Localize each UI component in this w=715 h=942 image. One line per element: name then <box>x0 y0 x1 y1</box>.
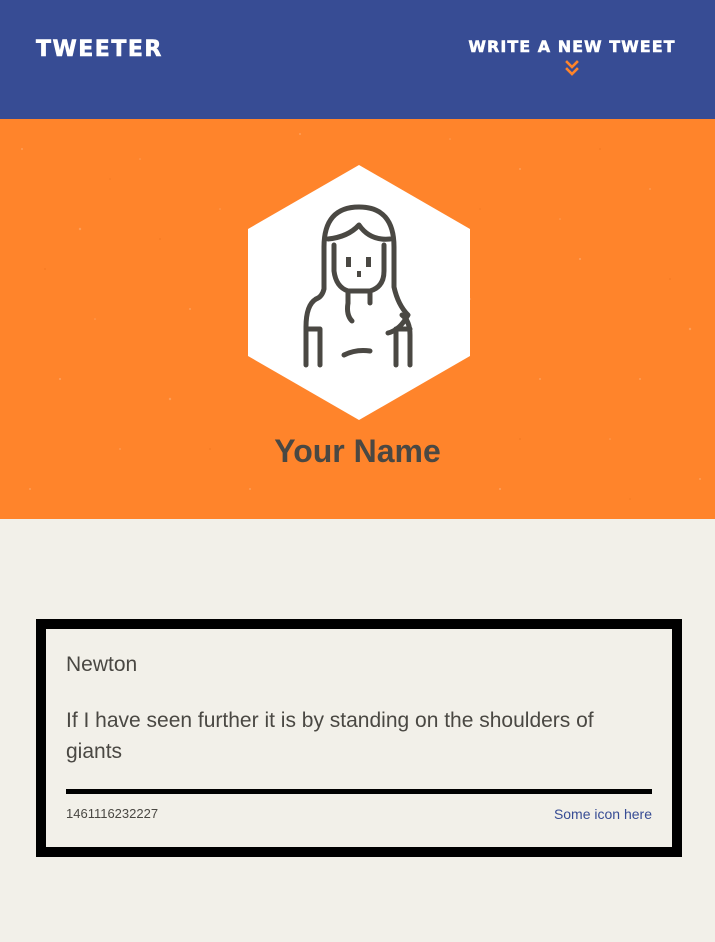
tweet-divider <box>66 789 652 794</box>
profile-name: Your Name <box>274 433 441 469</box>
user-avatar-icon <box>248 165 470 420</box>
top-nav: Tweeter Write a new tweet <box>0 0 715 119</box>
double-chevron-down-icon[interactable] <box>564 59 580 77</box>
tweet-actions-link[interactable]: Some icon here <box>554 805 652 823</box>
compose-label[interactable]: Write a new tweet <box>462 35 682 59</box>
compose-toggle-button[interactable]: Write a new tweet <box>462 35 682 77</box>
tweet-timestamp: 1461116232227 <box>66 806 159 821</box>
tweet-text: If I have seen further it is by standing… <box>66 709 594 763</box>
brand-logo[interactable]: Tweeter <box>36 36 163 64</box>
tweet-card: Newton If I have seen further it is by s… <box>36 619 682 857</box>
tweet-author: Newton <box>66 653 138 676</box>
profile-header: Your Name <box>0 119 715 519</box>
